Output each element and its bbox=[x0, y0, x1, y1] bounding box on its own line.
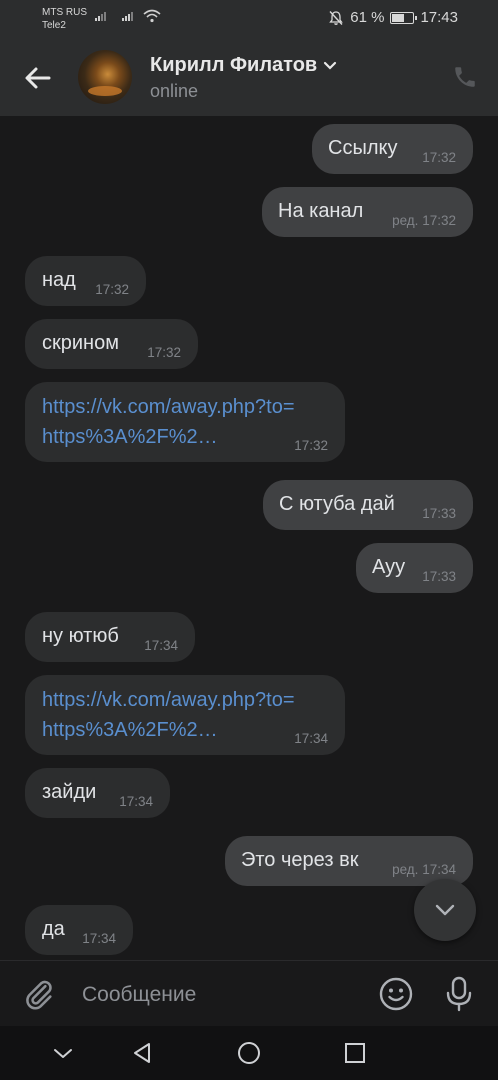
message-time: 17:34 bbox=[119, 794, 153, 809]
chat-header: Кирилл Филатов online bbox=[0, 38, 498, 116]
message-link[interactable]: https%3A%2F%2… bbox=[42, 426, 218, 449]
scroll-to-bottom-button[interactable] bbox=[414, 879, 476, 941]
message-bubble[interactable]: зайди 17:34 bbox=[25, 768, 170, 818]
carrier-labels: MTS RUS Tele2 bbox=[42, 6, 87, 32]
carrier-1: MTS RUS bbox=[42, 7, 87, 18]
message-link[interactable]: https%3A%2F%2… bbox=[42, 719, 218, 742]
microphone-icon[interactable] bbox=[444, 975, 474, 1013]
message-link[interactable]: https://vk.com/away.php?to= bbox=[42, 396, 295, 419]
message-time: 17:33 bbox=[422, 569, 456, 584]
message-time: 17:34 bbox=[82, 931, 116, 946]
paperclip-icon[interactable] bbox=[22, 977, 56, 1011]
wifi-icon bbox=[143, 9, 161, 23]
clock: 17:43 bbox=[420, 9, 458, 26]
message-text: ну ютюб bbox=[42, 625, 119, 647]
battery-percent: 61 % bbox=[350, 9, 385, 26]
system-nav-bar bbox=[0, 1026, 498, 1080]
message-text: Это через вк bbox=[241, 849, 359, 871]
signal-icon bbox=[95, 12, 106, 21]
edited-label: ред. bbox=[392, 862, 419, 877]
message-input[interactable] bbox=[80, 979, 364, 1011]
message-time: 17:32 bbox=[147, 345, 181, 360]
edited-label: ред. bbox=[392, 213, 419, 228]
message-time: ред. 17:32 bbox=[392, 213, 456, 228]
message-time: ред. 17:34 bbox=[392, 862, 456, 877]
smiley-icon[interactable] bbox=[378, 976, 414, 1012]
message-link[interactable]: https://vk.com/away.php?to= bbox=[42, 689, 295, 712]
message-time-value: 17:34 bbox=[422, 862, 456, 877]
phone-icon[interactable] bbox=[452, 64, 478, 90]
message-bubble[interactable]: Это через вк ред. 17:34 bbox=[225, 836, 473, 886]
message-bubble[interactable]: На канал ред. 17:32 bbox=[262, 187, 473, 237]
message-time: 17:33 bbox=[422, 506, 456, 521]
message-bubble[interactable]: да 17:34 bbox=[25, 905, 133, 955]
message-composer bbox=[0, 960, 498, 1027]
contact-name-button[interactable]: Кирилл Филатов bbox=[150, 54, 337, 77]
chevron-down-icon bbox=[324, 61, 337, 70]
status-right: 61 % 17:43 bbox=[328, 9, 458, 26]
message-text: скрином bbox=[42, 332, 119, 354]
message-time: 17:32 bbox=[294, 438, 328, 453]
message-text: зайди bbox=[42, 781, 97, 803]
message-time: 17:32 bbox=[422, 150, 456, 165]
avatar[interactable] bbox=[78, 50, 132, 104]
message-time: 17:32 bbox=[95, 282, 129, 297]
message-text: да bbox=[42, 918, 65, 940]
chevron-down-icon[interactable] bbox=[50, 1040, 76, 1066]
message-bubble[interactable]: Ауу 17:33 bbox=[356, 543, 473, 593]
contact-name: Кирилл Филатов bbox=[150, 54, 318, 76]
message-text: С ютуба дай bbox=[279, 493, 395, 515]
recents-square-icon[interactable] bbox=[342, 1040, 368, 1066]
home-circle-icon[interactable] bbox=[236, 1040, 262, 1066]
contact-status: online bbox=[150, 81, 199, 101]
message-bubble[interactable]: https://vk.com/away.php?to= https%3A%2F%… bbox=[25, 675, 345, 755]
message-bubble[interactable]: ну ютюб 17:34 bbox=[25, 612, 195, 662]
message-time: 17:34 bbox=[294, 731, 328, 746]
arrow-left-icon[interactable] bbox=[22, 62, 54, 94]
carrier-2: Tele2 bbox=[42, 20, 66, 31]
message-time-value: 17:32 bbox=[422, 213, 456, 228]
battery-icon bbox=[390, 11, 418, 24]
signal-icon bbox=[122, 12, 133, 21]
message-text: Ссылку bbox=[328, 137, 398, 159]
bell-off-icon bbox=[329, 10, 344, 25]
message-text: Ауу bbox=[372, 556, 406, 578]
chevron-down-icon bbox=[435, 904, 455, 916]
message-text: над bbox=[42, 269, 76, 291]
back-triangle-icon[interactable] bbox=[130, 1040, 156, 1066]
message-bubble[interactable]: https://vk.com/away.php?to= https%3A%2F%… bbox=[25, 382, 345, 462]
message-bubble[interactable]: Ссылку 17:32 bbox=[312, 124, 473, 174]
message-bubble[interactable]: скрином 17:32 bbox=[25, 319, 198, 369]
message-text: На канал bbox=[278, 200, 364, 222]
status-bar: MTS RUS Tele2 61 % 17:43 bbox=[0, 0, 498, 38]
message-bubble[interactable]: над 17:32 bbox=[25, 256, 146, 306]
message-bubble[interactable]: С ютуба дай 17:33 bbox=[263, 480, 473, 530]
message-time: 17:34 bbox=[144, 638, 178, 653]
